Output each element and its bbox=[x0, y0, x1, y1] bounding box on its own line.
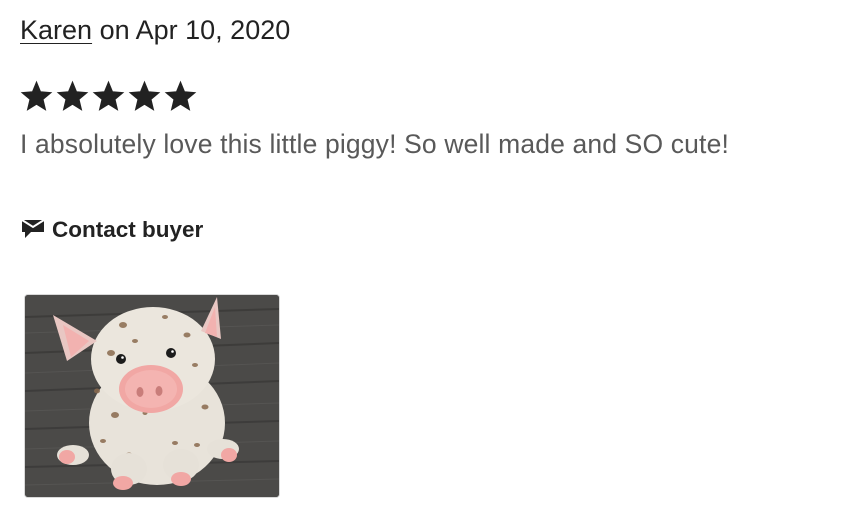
star-icon bbox=[164, 80, 197, 111]
star-rating bbox=[20, 80, 197, 116]
plush-pig-image bbox=[25, 295, 279, 497]
star-icon bbox=[128, 80, 161, 111]
star-icon bbox=[20, 80, 53, 111]
review-date: on Apr 10, 2020 bbox=[99, 15, 291, 45]
review-text: I absolutely love this little piggy! So … bbox=[20, 129, 729, 159]
star-icon bbox=[92, 80, 125, 111]
contact-buyer-button[interactable]: Contact buyer bbox=[20, 217, 203, 243]
review-header: Karen on Apr 10, 2020 bbox=[20, 14, 290, 46]
reviewer-name-link[interactable]: Karen bbox=[20, 15, 92, 45]
star-icon bbox=[56, 80, 89, 111]
envelope-icon bbox=[21, 219, 45, 238]
review-photo[interactable] bbox=[24, 294, 280, 498]
contact-buyer-label: Contact buyer bbox=[52, 217, 204, 242]
